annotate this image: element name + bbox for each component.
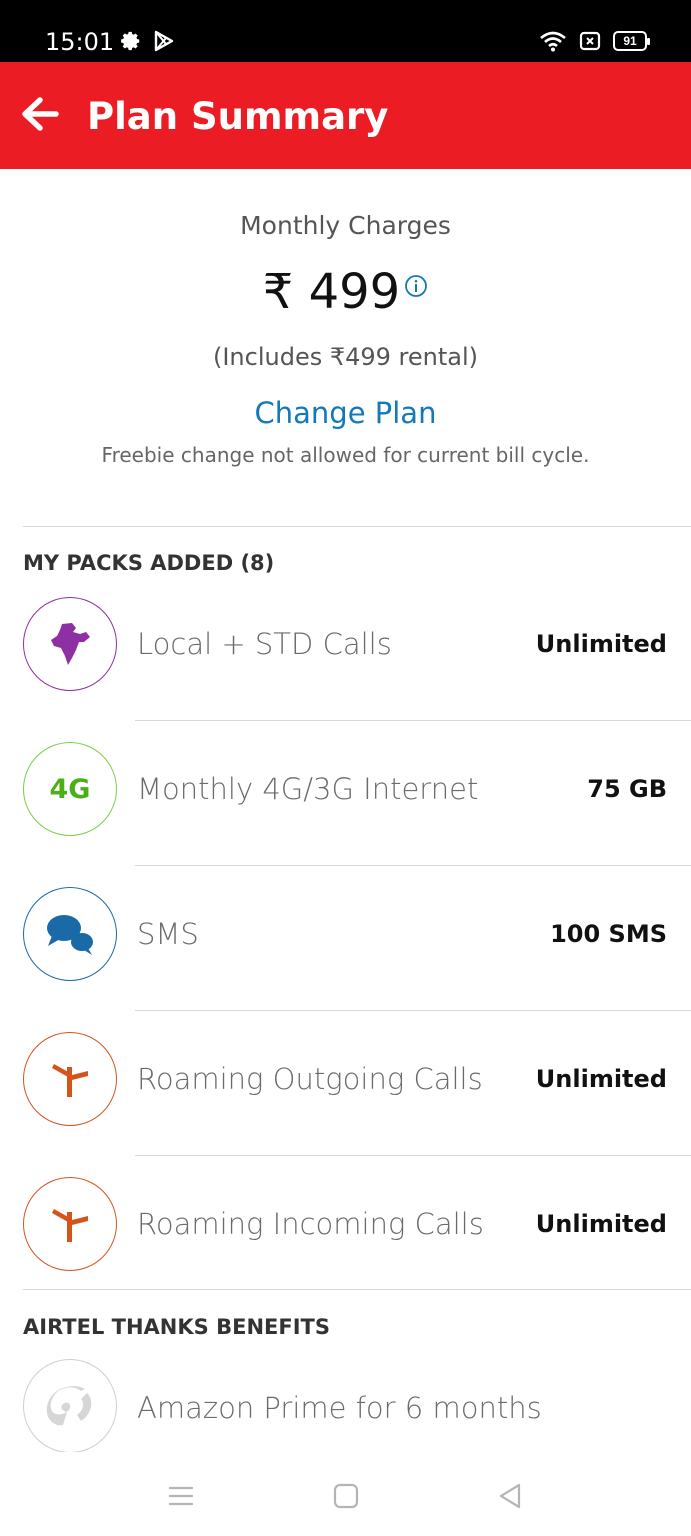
pack-value: 100 SMS: [550, 920, 667, 948]
menu-icon[interactable]: [163, 1478, 199, 1514]
back-arrow-icon: [22, 97, 59, 131]
4g-icon: 4G: [23, 742, 117, 836]
4g-icon-text: 4G: [49, 773, 91, 805]
status-right-icons: 91: [539, 30, 650, 52]
status-bar: 15:01 91: [0, 0, 691, 62]
wifi-icon: [540, 31, 566, 52]
benefits-section-header: AIRTEL THANKS BENEFITS: [23, 1315, 330, 1339]
pack-item-roaming-outgoing[interactable]: Roaming Outgoing Calls Unlimited: [0, 1010, 691, 1155]
pack-label: Local + STD Calls: [137, 627, 392, 661]
airtel-logo-icon: [23, 1359, 117, 1453]
monthly-price: ₹ 499: [262, 264, 401, 320]
pack-item-internet[interactable]: 4G Monthly 4G/3G Internet 75 GB: [0, 720, 691, 865]
signpost-icon: [23, 1032, 117, 1126]
info-icon[interactable]: [404, 274, 428, 303]
pack-label: Roaming Outgoing Calls: [137, 1062, 483, 1096]
back-button[interactable]: [18, 92, 62, 136]
system-nav-bar: [0, 1452, 691, 1536]
status-left-icons: [120, 30, 174, 52]
monthly-charges-label: Monthly Charges: [240, 211, 451, 240]
notification-icon: [579, 31, 601, 51]
freebie-note: Freebie change not allowed for current b…: [101, 443, 590, 467]
rental-note: (Includes ₹499 rental): [212, 343, 479, 371]
back-icon[interactable]: [492, 1478, 528, 1514]
pack-item-roaming-incoming[interactable]: Roaming Incoming Calls Unlimited: [0, 1155, 691, 1300]
chat-bubbles-icon: [23, 887, 117, 981]
change-plan-link[interactable]: Change Plan: [0, 396, 691, 430]
gear-icon: [121, 31, 140, 51]
home-icon[interactable]: [328, 1478, 364, 1514]
pack-item-local-std-calls[interactable]: Local + STD Calls Unlimited: [0, 575, 691, 720]
change-plan-label[interactable]: Change Plan: [255, 396, 437, 430]
battery-icon: 91: [613, 31, 650, 51]
packs-section-header: MY PACKS ADDED (8): [23, 551, 275, 575]
play-store-icon: [154, 30, 174, 52]
pack-value: Unlimited: [535, 1065, 667, 1093]
pack-value: Unlimited: [535, 1210, 667, 1238]
status-time: 15:01: [45, 28, 115, 56]
divider: [23, 1289, 691, 1290]
price-row: ₹ 499: [0, 264, 691, 320]
pack-value: Unlimited: [535, 630, 667, 658]
battery-level: 91: [623, 34, 637, 48]
pack-label: SMS: [137, 917, 199, 951]
benefit-label: Amazon Prime for 6 months: [137, 1391, 542, 1425]
pack-label: Monthly 4G/3G Internet: [137, 772, 479, 806]
app-bar: Plan Summary: [0, 62, 691, 169]
pack-item-sms[interactable]: SMS 100 SMS: [0, 865, 691, 1010]
divider: [23, 526, 691, 527]
india-map-icon: [23, 597, 117, 691]
page-title: Plan Summary: [87, 95, 389, 138]
pack-value: 75 GB: [587, 775, 667, 803]
signpost-icon: [23, 1177, 117, 1271]
pack-label: Roaming Incoming Calls: [137, 1207, 484, 1241]
